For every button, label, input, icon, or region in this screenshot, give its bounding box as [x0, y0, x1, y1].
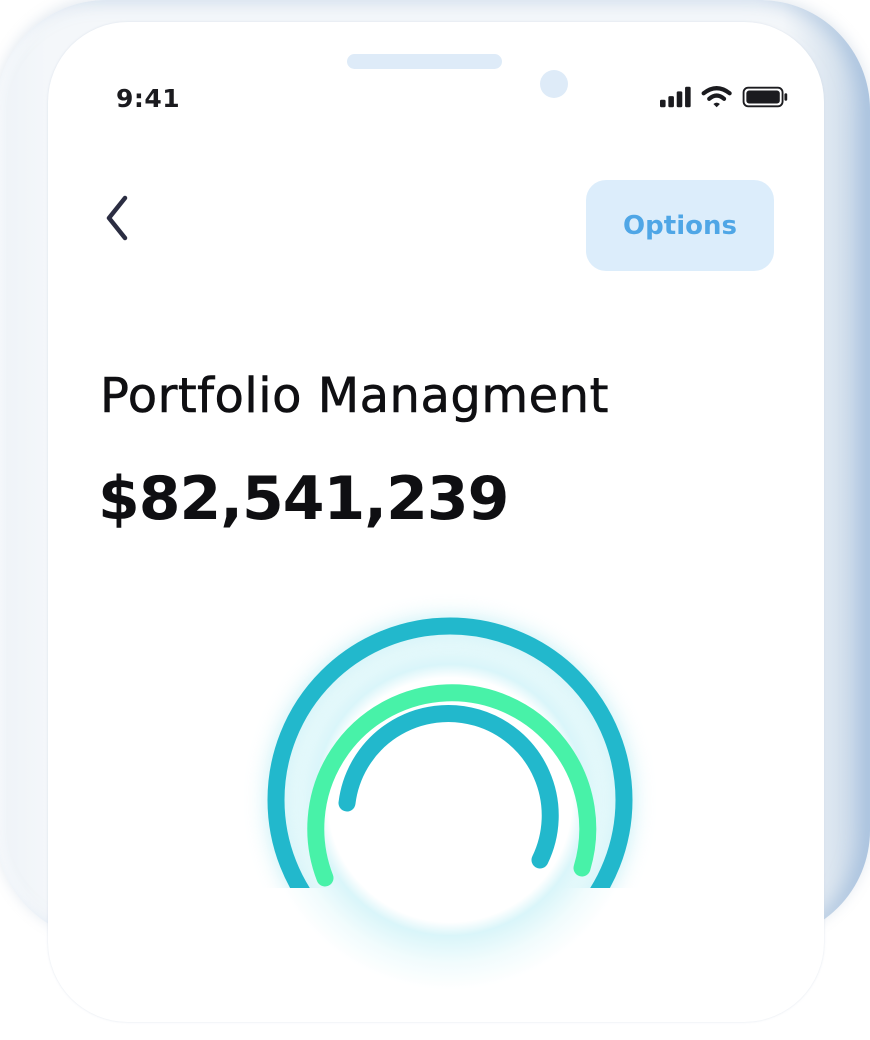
- page-title: Portfolio Managment: [100, 368, 609, 425]
- status-time: 9:41: [116, 84, 181, 113]
- back-button[interactable]: [92, 188, 142, 248]
- front-camera: [540, 70, 568, 98]
- cellular-signal-icon: [660, 86, 691, 108]
- battery-icon: [742, 86, 788, 108]
- speaker-grille: [347, 54, 502, 69]
- rings-glow: [210, 560, 690, 1040]
- options-button[interactable]: Options: [586, 180, 774, 271]
- status-icons: [660, 86, 788, 108]
- portfolio-total-value: $82,541,239: [98, 464, 509, 534]
- wifi-icon: [701, 86, 732, 108]
- chevron-left-icon: [106, 195, 128, 241]
